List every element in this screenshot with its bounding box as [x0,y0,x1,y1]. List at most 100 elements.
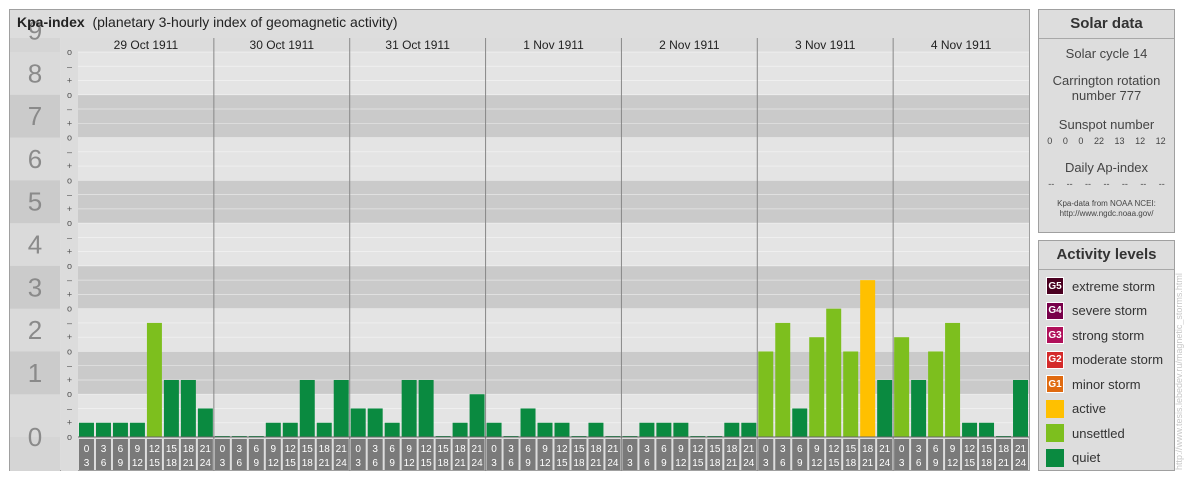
credit-url: http://www.ngdc.noaa.gov/ [1059,209,1154,218]
sunspot-number-label: Sunspot number [1058,117,1155,132]
hour-end-label: 21 [455,458,467,469]
legend-swatch: G2 [1046,350,1064,369]
hour-start-label: 18 [455,444,467,455]
legend-item: active [1039,397,1174,422]
hour-start-label: 6 [118,444,124,455]
kp-bar [962,422,978,437]
hour-end-label: 15 [556,458,568,469]
hour-end-label: 3 [220,458,226,469]
kp-bar [724,422,740,437]
kp-bar [79,422,94,437]
hour-start-label: 21 [200,444,212,455]
hour-end-label: 15 [421,458,433,469]
legend-item: G4 severe storm [1039,299,1174,324]
hour-start-label: 0 [763,444,769,455]
kp-bar [112,422,128,437]
kp-bar [469,394,485,437]
y-tick-label: 3 [28,272,42,302]
carrington-rotation: Carrington rotation number 777 [1052,73,1161,103]
hour-start-label: 3 [508,444,514,455]
sunspot-values: 0 0 0 22 13 12 12 [1039,136,1174,146]
hour-start-label: 21 [879,444,891,455]
day-label: 3 Nov 1911 [795,38,856,52]
kp-bar [826,308,842,437]
y-subtick-label: + [67,375,72,385]
hour-start-label: 3 [237,444,243,455]
hour-start-label: 0 [899,444,905,455]
sunspot-value: 0 [1062,136,1068,146]
sunspot-value: 12 [1155,136,1166,146]
kp-bar [877,379,893,437]
kp-bar [418,379,434,437]
hour-end-label: 21 [862,458,874,469]
y-tick-label: 2 [28,315,42,345]
hour-start-label: 9 [542,444,548,455]
kp-bar [673,422,689,437]
y-subtick-label: + [67,161,72,171]
hour-end-label: 15 [149,458,161,469]
y-tick-label: 5 [28,187,42,217]
day-label: 30 Oct 1911 [250,38,315,52]
hour-end-label: 9 [254,458,260,469]
hour-start-label: 15 [438,444,450,455]
hour-end-label: 21 [183,458,195,469]
kp-bar [656,422,672,437]
y-subtick-label: + [67,332,72,342]
chart-title-bold: Kpa-index [17,14,85,30]
hour-end-label: 9 [933,458,939,469]
legend-item: G5 extreme storm [1039,274,1174,299]
legend-swatch [1046,399,1064,418]
y-tick-label: 4 [28,230,42,260]
kp-bar [146,322,162,437]
legend-swatch: G5 [1046,277,1064,296]
hour-start-label: 18 [590,444,602,455]
hour-end-label: 18 [302,458,314,469]
hour-start-label: 18 [183,444,195,455]
y-subtick-label: o [67,389,72,399]
kp-bar [928,351,944,437]
hour-end-label: 24 [1015,458,1027,469]
hour-start-label: 18 [726,444,738,455]
legend-swatch [1046,448,1064,467]
hour-start-label: 0 [491,444,497,455]
y-subtick-label: o [67,218,72,228]
y-tick-label: 7 [28,101,42,131]
y-subtick-label: + [67,204,72,214]
kp-bar [367,408,383,437]
kp-bar [537,422,553,437]
hour-start-label: 18 [319,444,331,455]
sunspot-value: 0 [1047,136,1053,146]
hour-end-label: 12 [947,458,959,469]
kp-bar [333,379,349,437]
hour-end-label: 21 [319,458,331,469]
hour-end-label: 18 [438,458,450,469]
hour-end-label: 21 [726,458,738,469]
y-subtick-label: o [67,175,72,185]
hour-end-label: 3 [899,458,905,469]
level-band [78,265,1029,309]
level-band [78,223,1029,266]
legend-label: unsettled [1072,425,1125,441]
hour-end-label: 12 [132,458,144,469]
kp-bar [894,337,910,437]
legend-swatch [1046,424,1064,443]
ap-value: -- [1121,179,1128,189]
hour-start-label: 15 [302,444,314,455]
hour-start-label: 12 [964,444,976,455]
legend-swatch: G3 [1046,326,1064,345]
hour-start-label: 6 [797,444,803,455]
kp-bar [350,408,366,437]
hour-end-label: 15 [692,458,704,469]
ap-value: -- [1085,179,1092,189]
day-label: 4 Nov 1911 [931,38,992,52]
ap-value: -- [1066,179,1073,189]
hour-start-label: 15 [709,444,721,455]
hour-start-label: 12 [828,444,840,455]
y-subtick-label: + [67,118,72,128]
hour-start-label: 0 [627,444,633,455]
hour-start-label: 3 [101,444,107,455]
hour-end-label: 12 [539,458,551,469]
hour-end-label: 6 [780,458,786,469]
hour-end-label: 24 [879,458,891,469]
sunspot-value: 22 [1093,136,1104,146]
